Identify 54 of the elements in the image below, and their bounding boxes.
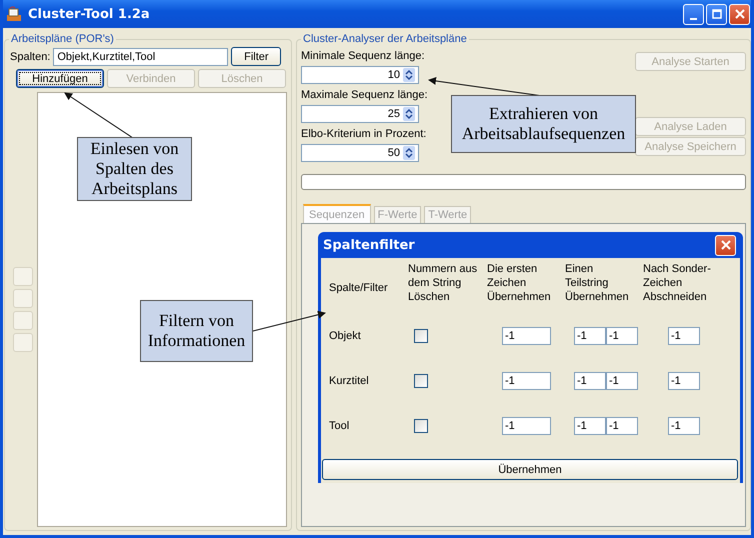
input-field[interactable]: -1 bbox=[502, 372, 551, 390]
input-field[interactable]: -1 bbox=[574, 416, 606, 434]
maximize-icon bbox=[712, 9, 722, 19]
field-label: Maximale Sequenz länge: bbox=[301, 88, 428, 102]
callout-box: Filtern von Informationen bbox=[140, 300, 253, 362]
window-title: Cluster-Tool 1.2a bbox=[28, 6, 150, 22]
field-label: Elbo-Kriterium in Prozent: bbox=[301, 127, 426, 141]
panel-title: Arbeitspläne (POR's) bbox=[10, 33, 115, 45]
minimize-icon bbox=[690, 18, 697, 20]
spinner-arrows-icon bbox=[403, 146, 415, 160]
row-label: Objekt bbox=[329, 328, 362, 344]
input-field[interactable]: -1 bbox=[502, 326, 551, 344]
column-header: Die ersten Zeichen Übernehmen bbox=[487, 262, 552, 305]
input-field[interactable]: -1 bbox=[606, 326, 638, 344]
field-label: Spalten: bbox=[9, 50, 50, 62]
app-icon bbox=[6, 6, 22, 22]
number-spinner[interactable]: 10 bbox=[301, 66, 419, 84]
field-label: Minimale Sequenz länge: bbox=[301, 49, 425, 63]
close-button[interactable] bbox=[715, 234, 736, 256]
spinner-arrows-icon bbox=[403, 68, 415, 82]
checkbox[interactable] bbox=[414, 418, 428, 432]
column-header: Nummern aus dem String Löschen bbox=[408, 262, 478, 305]
input-field[interactable]: -1 bbox=[606, 416, 638, 434]
input-field[interactable]: -1 bbox=[668, 416, 700, 434]
checkbox[interactable] bbox=[414, 328, 428, 342]
dialog-title: Spaltenfilter bbox=[323, 238, 415, 252]
callout-box: Einlesen von Spalten des Arbeitsplans bbox=[77, 137, 192, 201]
column-header: Einen Teilstring Übernehmen bbox=[565, 262, 630, 305]
maximize-button[interactable] bbox=[706, 4, 727, 24]
apply-button[interactable]: Übernehmen bbox=[322, 459, 738, 480]
close-button[interactable] bbox=[729, 4, 750, 24]
action-button[interactable]: Hinzufügen bbox=[16, 69, 104, 88]
close-icon bbox=[720, 240, 730, 250]
close-icon bbox=[734, 9, 744, 19]
row-label: Tool bbox=[329, 418, 350, 434]
input-field[interactable]: -1 bbox=[574, 372, 606, 390]
panel-title: Cluster-Analyser der Arbeitspläne bbox=[302, 33, 468, 45]
column-header: Nach Sonder- Zeichen Abschneiden bbox=[643, 262, 712, 305]
number-spinner[interactable]: 25 bbox=[301, 105, 419, 123]
input-field[interactable]: -1 bbox=[606, 372, 638, 390]
input-field[interactable]: -1 bbox=[668, 372, 700, 390]
checkbox[interactable] bbox=[414, 374, 428, 388]
arrow bbox=[64, 92, 134, 138]
filter-button[interactable]: Filter bbox=[231, 47, 282, 66]
input-field[interactable]: -1 bbox=[574, 326, 606, 344]
input-field[interactable]: -1 bbox=[668, 326, 700, 344]
row-label: Kurztitel bbox=[329, 374, 370, 388]
input-field[interactable]: -1 bbox=[502, 416, 551, 434]
minimize-button[interactable] bbox=[683, 4, 704, 24]
column-header: Spalte/Filter bbox=[329, 280, 389, 294]
columns-field[interactable]: Objekt,Kurztitel,Tool bbox=[53, 48, 228, 66]
spinner-arrows-icon bbox=[403, 107, 415, 121]
number-spinner[interactable]: 50 bbox=[301, 144, 419, 162]
callout-box: Extrahieren von Arbeitsablaufsequenzen bbox=[451, 95, 636, 153]
